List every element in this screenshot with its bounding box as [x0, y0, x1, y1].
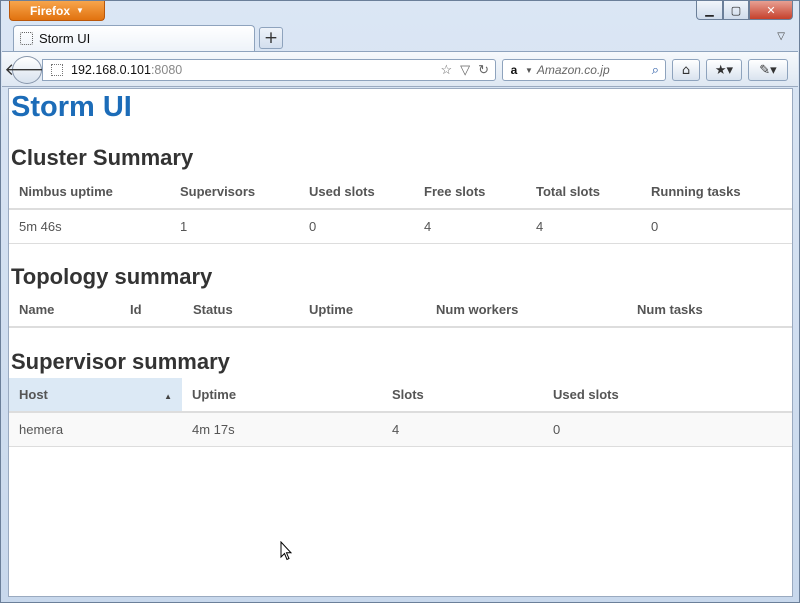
table-cell: 0: [299, 209, 414, 244]
column-header[interactable]: Uptime: [182, 378, 382, 413]
table-header-row: Name Id Status Uptime Num workers Num ta…: [9, 293, 792, 328]
table-cell: 0: [641, 209, 792, 244]
maximize-button[interactable]: ▢: [723, 1, 749, 20]
table-header-row: Nimbus uptime Supervisors Used slots Fre…: [9, 175, 792, 210]
topology-summary-table: Name Id Status Uptime Num workers Num ta…: [9, 293, 792, 328]
supervisor-summary-table: Host ▲ Uptime Slots Used slots hemera 4m…: [9, 378, 792, 447]
bookmarks-button[interactable]: ★▾: [706, 59, 742, 81]
site-identity-icon: [51, 64, 63, 76]
minimize-icon: ▁: [705, 3, 714, 17]
url-port: :8080: [150, 63, 183, 77]
cluster-summary-table: Nimbus uptime Supervisors Used slots Fre…: [9, 175, 792, 244]
column-header[interactable]: Slots: [382, 378, 543, 413]
close-icon: ✕: [766, 3, 776, 17]
column-header[interactable]: Id: [120, 293, 183, 328]
table-row: hemera 4m 17s 4 0: [9, 412, 792, 447]
column-header-sorted[interactable]: Host ▲: [9, 378, 182, 413]
firefox-menu-label: Firefox: [30, 3, 71, 18]
firefox-menu-button[interactable]: Firefox ▼: [9, 1, 105, 21]
addon-button[interactable]: ✎▾: [748, 59, 788, 81]
close-window-button[interactable]: ✕: [749, 1, 793, 20]
amazon-icon[interactable]: a: [507, 63, 521, 77]
column-header[interactable]: Status: [183, 293, 299, 328]
column-header[interactable]: Supervisors: [170, 175, 299, 210]
cluster-summary-heading: Cluster Summary: [11, 145, 194, 170]
table-cell: hemera: [9, 412, 182, 447]
url-bar[interactable]: 192.168.0.101:8080 ☆ ▽ ↻: [42, 59, 496, 81]
column-header[interactable]: Used slots: [543, 378, 792, 413]
table-header-row: Host ▲ Uptime Slots Used slots: [9, 378, 792, 413]
dropdown-icon[interactable]: ▽: [460, 62, 470, 78]
column-header[interactable]: Uptime: [299, 293, 426, 328]
back-button[interactable]: 🡐: [4, 56, 50, 84]
browser-window: Firefox ▼ ▁ ▢ ✕ Storm UI + ▽ 🡐 192.168.0…: [0, 0, 800, 603]
search-engine-dropdown-icon[interactable]: ▼: [525, 66, 533, 75]
table-cell: 4: [382, 412, 543, 447]
search-icon[interactable]: ⌕: [652, 62, 659, 78]
table-cell: 5m 46s: [9, 209, 170, 244]
table-cell: 4: [414, 209, 526, 244]
supervisor-summary-heading: Supervisor summary: [11, 349, 230, 374]
addon-icon: ✎▾: [759, 62, 777, 78]
search-placeholder: Amazon.co.jp: [536, 63, 610, 77]
mouse-cursor-icon: [280, 541, 292, 561]
plus-icon: +: [263, 28, 279, 48]
tab-list-dropdown-icon[interactable]: ▽: [777, 31, 785, 42]
column-header[interactable]: Nimbus uptime: [9, 175, 170, 210]
column-header[interactable]: Total slots: [526, 175, 641, 210]
navigation-toolbar: 🡐 192.168.0.101:8080 ☆ ▽ ↻ a ▼ Amazon.co…: [2, 51, 798, 87]
minimize-button[interactable]: ▁: [696, 1, 723, 20]
star-icon[interactable]: ☆: [440, 62, 452, 78]
bookmarks-icon: ★▾: [714, 62, 734, 78]
table-cell: 4: [526, 209, 641, 244]
column-header[interactable]: Num workers: [426, 293, 627, 328]
window-controls: ▁ ▢ ✕: [696, 1, 793, 20]
chevron-down-icon: ▼: [76, 6, 84, 15]
new-tab-button[interactable]: +: [259, 27, 283, 49]
topology-summary-heading: Topology summary: [11, 264, 213, 289]
tab-title: Storm UI: [39, 31, 91, 46]
home-icon: ⌂: [681, 62, 691, 78]
favicon-placeholder-icon: [20, 32, 33, 45]
maximize-icon: ▢: [730, 3, 742, 17]
url-bar-actions: ☆ ▽ ↻: [440, 62, 489, 78]
column-header[interactable]: Name: [9, 293, 120, 328]
table-row: 5m 46s 1 0 4 4 0: [9, 209, 792, 244]
column-header-label: Host: [19, 387, 48, 402]
column-header[interactable]: Num tasks: [627, 293, 792, 328]
url-host: 192.168.0.101: [71, 63, 151, 77]
reload-icon[interactable]: ↻: [478, 62, 489, 78]
column-header[interactable]: Running tasks: [641, 175, 792, 210]
table-cell: 1: [170, 209, 299, 244]
page-content: Storm UI Cluster Summary Nimbus uptime S…: [8, 88, 793, 597]
column-header[interactable]: Used slots: [299, 175, 414, 210]
home-button[interactable]: ⌂: [672, 59, 700, 81]
search-bar[interactable]: a ▼ Amazon.co.jp ⌕: [502, 59, 666, 81]
tab-storm-ui[interactable]: Storm UI: [13, 25, 255, 51]
table-cell: 4m 17s: [182, 412, 382, 447]
sort-ascending-icon: ▲: [164, 392, 172, 401]
column-header[interactable]: Free slots: [414, 175, 526, 210]
page-title: Storm UI: [11, 91, 132, 123]
table-cell: 0: [543, 412, 792, 447]
